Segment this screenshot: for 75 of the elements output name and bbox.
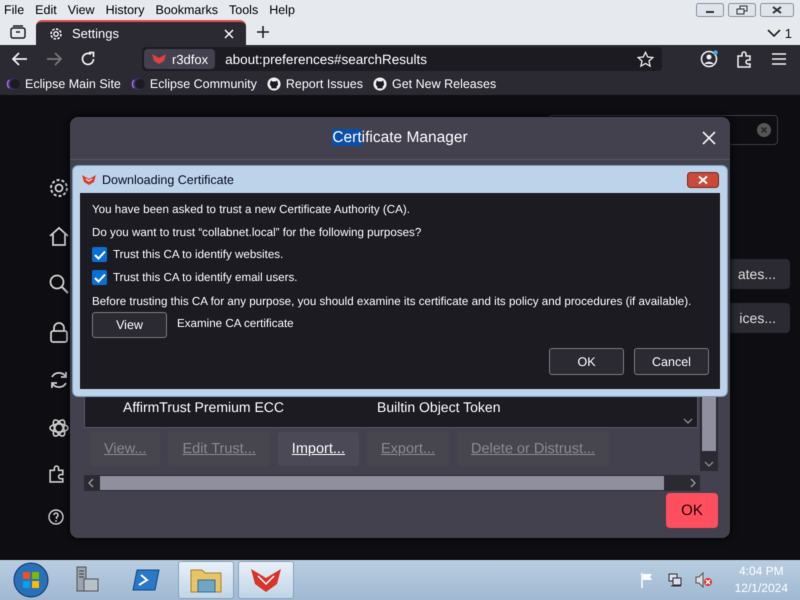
network-icon[interactable] — [666, 572, 683, 588]
lock-icon[interactable] — [48, 321, 70, 343]
table-cell-text: AffirmTrust Premium ECC — [122, 399, 286, 415]
menu-item[interactable]: Bookmarks — [155, 3, 218, 17]
checkbox-label: Trust this CA to identify email users. — [113, 271, 298, 284]
checkbox[interactable] — [92, 247, 107, 262]
tab-count: 1 — [784, 26, 792, 41]
dialog-text: Before trusting this CA for any purpose, you should examine its certificate and its policy and procedures (if available). — [92, 295, 692, 308]
minimize-button[interactable] — [696, 3, 724, 17]
checkbox-label: Trust this CA to identify websites. — [113, 248, 284, 261]
chevron-down-icon[interactable] — [766, 28, 781, 38]
menu-item[interactable]: View — [68, 3, 95, 17]
close-icon[interactable] — [702, 131, 716, 145]
new-tab-icon[interactable] — [256, 25, 270, 39]
dialog-button[interactable]: OK — [549, 348, 624, 375]
address-bar[interactable]: r3dfox about:preferences#searchResults — [142, 47, 662, 71]
fox-logo-icon — [151, 53, 167, 65]
fox-logo-icon — [81, 174, 97, 186]
certificate-action-button[interactable]: Import... — [278, 432, 359, 466]
menu-item[interactable]: History — [106, 3, 144, 17]
home-icon[interactable] — [48, 225, 70, 247]
close-button[interactable] — [760, 3, 794, 17]
gear-icon[interactable] — [48, 177, 70, 199]
chevron-left-icon[interactable] — [88, 478, 94, 488]
table-cell: Builtin Object Token — [377, 399, 500, 415]
date-text: 12/1/2024 — [734, 580, 788, 597]
dialog-button[interactable]: Cancel — [634, 348, 709, 375]
puzzle-icon[interactable] — [48, 465, 66, 483]
checkbox[interactable] — [92, 270, 107, 285]
tab-overview-icon[interactable] — [10, 25, 26, 39]
bookmark-item[interactable]: Eclipse Main Site — [6, 77, 121, 91]
menu-item[interactable]: Tools — [229, 3, 258, 17]
octocat-icon — [266, 77, 281, 91]
menu-item[interactable]: Edit — [35, 3, 57, 17]
menu-item[interactable]: Help — [269, 3, 295, 17]
back-icon[interactable] — [12, 52, 28, 66]
atom-icon[interactable] — [48, 417, 70, 439]
start-button[interactable] — [12, 561, 50, 599]
menu-item[interactable]: File — [4, 3, 24, 17]
forward-icon[interactable] — [46, 52, 62, 66]
menu-icon[interactable] — [771, 52, 787, 66]
reload-icon[interactable] — [80, 51, 96, 67]
crescent-icon — [130, 77, 145, 91]
fox-logo-icon[interactable] — [249, 566, 283, 594]
close-button[interactable] — [687, 172, 719, 188]
crescent-icon — [6, 77, 20, 91]
tab-label: Settings — [72, 26, 119, 41]
sync-icon[interactable] — [48, 369, 70, 391]
help-icon[interactable] — [48, 509, 64, 525]
time-text: 4:04 PM — [738, 563, 784, 580]
gear-icon — [48, 26, 64, 42]
dialog-title: Downloading Certificate — [102, 172, 234, 186]
octocat-icon — [372, 77, 387, 91]
dialog-text: Do you want to trust “collabnet.local” for the following purposes? — [92, 226, 422, 239]
ok-button[interactable]: OK — [666, 493, 718, 528]
search-icon[interactable] — [48, 273, 70, 295]
dialog-text: You have been asked to trust a new Certificate Authority (CA). — [92, 203, 411, 216]
star-icon[interactable] — [637, 50, 654, 68]
identity-badge[interactable]: r3dfox — [144, 49, 216, 69]
clear-icon[interactable] — [757, 123, 771, 137]
puzzle-icon[interactable] — [736, 50, 753, 68]
browser-tab[interactable]: Settings — [36, 20, 246, 45]
restore-button[interactable] — [728, 3, 756, 17]
muted-speaker-icon[interactable] — [694, 572, 713, 588]
bookmark-item[interactable]: Report Issues — [266, 77, 363, 91]
bookmark-item[interactable]: Eclipse Community — [130, 77, 257, 91]
dialog-title: Certificate Manager — [332, 129, 468, 147]
url-text: about:preferences#searchResults — [225, 52, 428, 66]
terminal-icon[interactable] — [131, 567, 161, 593]
account-icon[interactable] — [700, 50, 718, 68]
view-label: Examine CA certificate — [177, 316, 294, 330]
view-button[interactable]: View — [92, 312, 167, 338]
horizontal-scrollbar[interactable] — [84, 475, 700, 491]
bookmark-item[interactable]: Get New Releases — [372, 77, 496, 91]
chevron-right-icon[interactable] — [690, 478, 696, 488]
